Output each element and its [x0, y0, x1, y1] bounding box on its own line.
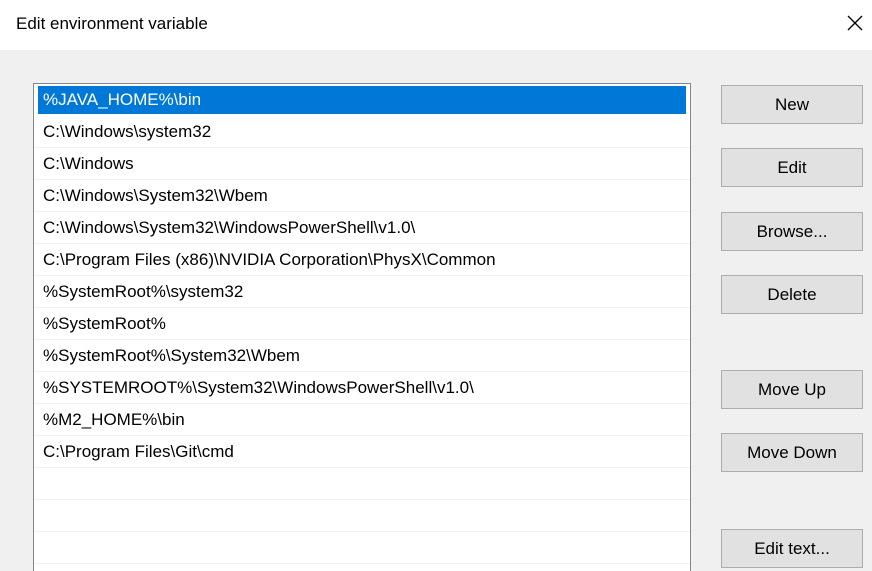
- move-down-button[interactable]: Move Down: [721, 433, 863, 472]
- path-entries-list[interactable]: %JAVA_HOME%\bin C:\Windows\system32 C:\W…: [33, 83, 691, 571]
- edit-environment-variable-dialog: Edit environment variable %JAVA_HOME%\bi…: [0, 0, 872, 571]
- list-item[interactable]: C:\Windows\System32\Wbem: [34, 180, 690, 212]
- list-item[interactable]: C:\Program Files\Git\cmd: [34, 436, 690, 468]
- close-icon: [847, 15, 863, 31]
- empty-list-row[interactable]: [34, 468, 690, 500]
- close-button[interactable]: [838, 4, 872, 42]
- list-item[interactable]: %SystemRoot%: [34, 308, 690, 340]
- list-item[interactable]: C:\Windows\system32: [34, 116, 690, 148]
- dialog-content: %JAVA_HOME%\bin C:\Windows\system32 C:\W…: [0, 50, 872, 571]
- empty-list-row[interactable]: [34, 500, 690, 532]
- list-item[interactable]: %SystemRoot%\System32\Wbem: [34, 340, 690, 372]
- edit-button[interactable]: Edit: [721, 148, 863, 187]
- list-item[interactable]: C:\Program Files (x86)\NVIDIA Corporatio…: [34, 244, 690, 276]
- move-up-button[interactable]: Move Up: [721, 370, 863, 409]
- list-item[interactable]: %SystemRoot%\system32: [34, 276, 690, 308]
- edit-text-button[interactable]: Edit text...: [721, 529, 863, 568]
- new-button[interactable]: New: [721, 85, 863, 124]
- list-item[interactable]: C:\Windows\System32\WindowsPowerShell\v1…: [34, 212, 690, 244]
- list-item-selected[interactable]: %JAVA_HOME%\bin: [38, 86, 686, 114]
- list-item[interactable]: %SYSTEMROOT%\System32\WindowsPowerShell\…: [34, 372, 690, 404]
- dialog-title: Edit environment variable: [16, 14, 208, 33]
- list-item[interactable]: C:\Windows: [34, 148, 690, 180]
- title-bar: Edit environment variable: [0, 0, 872, 50]
- delete-button[interactable]: Delete: [721, 275, 863, 314]
- empty-list-row[interactable]: [34, 532, 690, 564]
- browse-button[interactable]: Browse...: [721, 212, 863, 251]
- list-item[interactable]: %M2_HOME%\bin: [34, 404, 690, 436]
